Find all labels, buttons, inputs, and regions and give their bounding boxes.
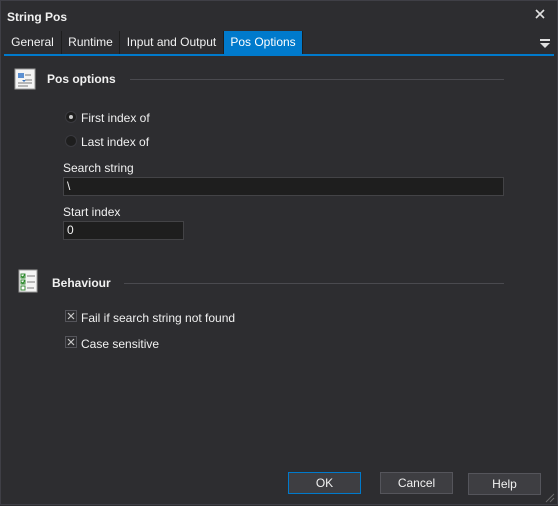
case-sensitive-checkbox[interactable] bbox=[65, 336, 77, 348]
section-divider bbox=[124, 283, 504, 284]
start-index-input[interactable]: 0 bbox=[63, 221, 184, 240]
search-string-input[interactable]: \ bbox=[63, 177, 504, 196]
fail-if-not-found-checkbox[interactable] bbox=[65, 310, 77, 322]
window-title: String Pos bbox=[7, 10, 68, 24]
last-index-radio[interactable] bbox=[65, 135, 77, 147]
start-index-label: Start index bbox=[63, 205, 121, 219]
dialog-window: String Pos General Runtime Input and Out… bbox=[0, 0, 558, 505]
first-index-label[interactable]: First index of bbox=[81, 111, 150, 125]
pos-options-title: Pos options bbox=[47, 72, 116, 86]
last-index-label[interactable]: Last index of bbox=[81, 135, 149, 149]
tab-runtime[interactable]: Runtime bbox=[62, 31, 120, 54]
section-divider bbox=[130, 79, 504, 80]
behaviour-title: Behaviour bbox=[52, 276, 111, 290]
tab-pos-options[interactable]: Pos Options bbox=[224, 31, 303, 54]
behaviour-icon bbox=[18, 269, 38, 296]
help-button[interactable]: Help bbox=[468, 473, 541, 495]
close-icon[interactable] bbox=[533, 7, 547, 21]
check-x-icon bbox=[67, 338, 75, 346]
cancel-button[interactable]: Cancel bbox=[380, 472, 453, 494]
title-bar: String Pos bbox=[1, 1, 557, 31]
check-x-icon bbox=[67, 312, 75, 320]
tab-general[interactable]: General bbox=[4, 31, 62, 54]
tab-input-and-output[interactable]: Input and Output bbox=[120, 31, 224, 54]
search-string-label: Search string bbox=[63, 161, 134, 175]
fail-if-not-found-label[interactable]: Fail if search string not found bbox=[81, 311, 235, 325]
tab-menu-icon[interactable] bbox=[540, 37, 550, 48]
case-sensitive-label[interactable]: Case sensitive bbox=[81, 337, 159, 351]
pos-options-icon bbox=[14, 68, 36, 93]
ok-button[interactable]: OK bbox=[288, 472, 361, 494]
tab-strip: General Runtime Input and Output Pos Opt… bbox=[4, 31, 554, 56]
resize-grip-icon[interactable] bbox=[545, 492, 555, 503]
first-index-radio[interactable] bbox=[65, 111, 77, 123]
